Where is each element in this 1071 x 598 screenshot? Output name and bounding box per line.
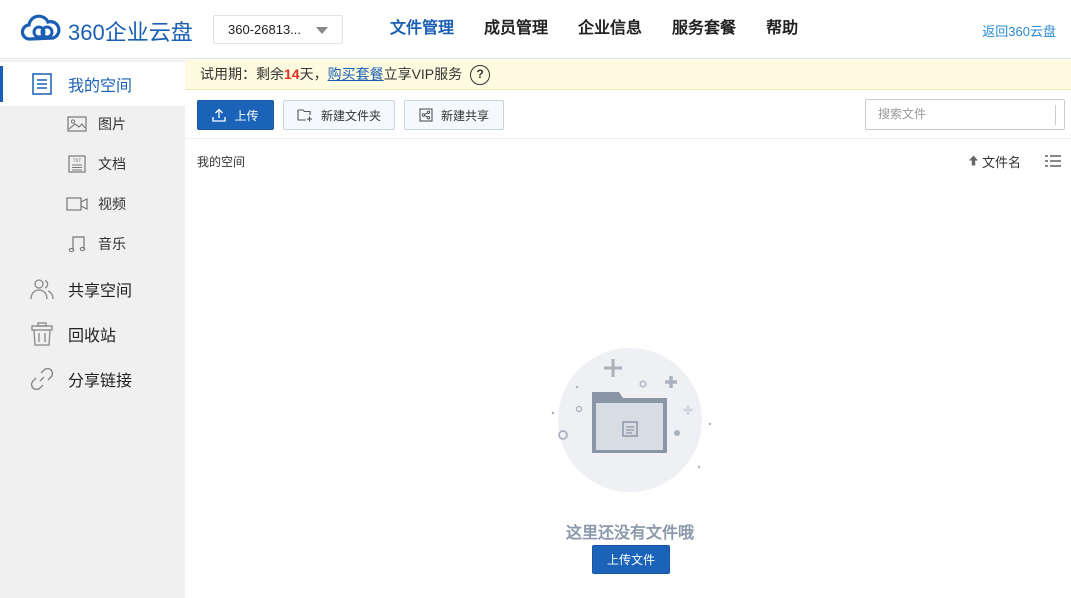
sidebar-item-my-space[interactable]: 我的空间 [0,62,185,106]
arrow-up-icon [968,154,979,169]
cloud-logo-icon [20,12,62,49]
sidebar: 我的空间 图片 TXT 文档 视频 音乐 共享空间 回收站 分享链接 [0,60,185,598]
new-share-button[interactable]: 新建共享 [404,100,504,130]
sidebar-item-label: 共享空间 [68,283,133,300]
video-icon [66,195,88,213]
buy-plan-link[interactable]: 购买套餐 [328,60,384,89]
sidebar-item-label: 音乐 [98,236,126,252]
trash-icon [30,322,54,346]
nav-service-plans[interactable]: 服务套餐 [657,0,751,59]
document-list-icon [30,72,54,96]
users-icon [30,277,54,301]
image-icon [66,115,88,133]
music-note-icon [66,235,88,253]
upload-button[interactable]: 上传 [197,100,274,130]
top-header: 360企业云盘 360-26813... 文件管理 成员管理 企业信息 服务套餐… [0,0,1071,59]
sidebar-item-label: 文档 [98,156,126,172]
nav-help[interactable]: 帮助 [751,0,813,59]
new-folder-icon [297,108,313,122]
svg-text:TXT: TXT [72,158,82,164]
empty-state-message: 这里还没有文件哦 [565,525,694,542]
logo-text: 360企业云盘 [68,19,193,45]
sidebar-item-share-links[interactable]: 分享链接 [0,357,185,401]
link-icon [30,367,54,391]
list-view-icon[interactable] [1045,154,1061,173]
search-input[interactable] [866,100,1046,128]
logo[interactable]: 360企业云盘 [20,12,193,49]
new-share-label: 新建共享 [440,108,489,123]
nav-company-info[interactable]: 企业信息 [563,0,657,59]
back-to-360-link[interactable]: 返回360云盘 [982,21,1056,40]
main-nav: 文件管理 成员管理 企业信息 服务套餐 帮助 [375,0,813,59]
sidebar-item-label: 分享链接 [68,373,133,390]
sidebar-item-label: 我的空间 [68,78,133,95]
share-icon [419,108,433,122]
sidebar-item-recycle-bin[interactable]: 回收站 [0,312,185,356]
sidebar-item-shared-space[interactable]: 共享空间 [0,267,185,311]
trial-days: 14 [284,66,300,82]
sidebar-item-music[interactable]: 音乐 [0,224,185,264]
trial-tail: 立享VIP服务 [383,66,463,82]
account-selector[interactable]: 360-26813... [213,15,343,44]
empty-folder-illustration [545,345,715,495]
upload-file-button[interactable]: 上传文件 [592,545,670,574]
sidebar-item-label: 视频 [98,196,126,212]
sidebar-item-documents[interactable]: TXT 文档 [0,144,185,184]
chevron-down-icon [316,27,328,34]
sidebar-item-label: 图片 [98,116,126,132]
trial-suffix: 天， [299,66,328,82]
sidebar-item-videos[interactable]: 视频 [0,184,185,224]
account-name: 360-26813... [228,22,302,37]
trial-prefix: 试用期：剩余 [200,66,284,82]
help-icon[interactable]: ? [470,64,491,85]
search-box [865,99,1065,130]
new-folder-button[interactable]: 新建文件夹 [283,100,395,130]
txt-document-icon: TXT [66,155,88,173]
sidebar-item-images[interactable]: 图片 [0,104,185,144]
breadcrumb[interactable]: 我的空间 [197,153,245,170]
new-folder-label: 新建文件夹 [320,108,381,123]
search-divider [1055,105,1056,125]
trial-banner: 试用期：剩余 14 天， 购买套餐 立享VIP服务 ? [185,60,1071,90]
sidebar-item-label: 回收站 [68,328,117,345]
sort-by-filename[interactable]: 文件名 [968,152,1021,171]
upload-label: 上传 [234,108,259,123]
upload-icon [212,108,227,122]
nav-file-management[interactable]: 文件管理 [375,0,469,59]
nav-member-management[interactable]: 成员管理 [469,0,563,59]
sort-label: 文件名 [982,155,1022,170]
toolbar: 上传 新建文件夹 新建共享 [185,91,1071,139]
